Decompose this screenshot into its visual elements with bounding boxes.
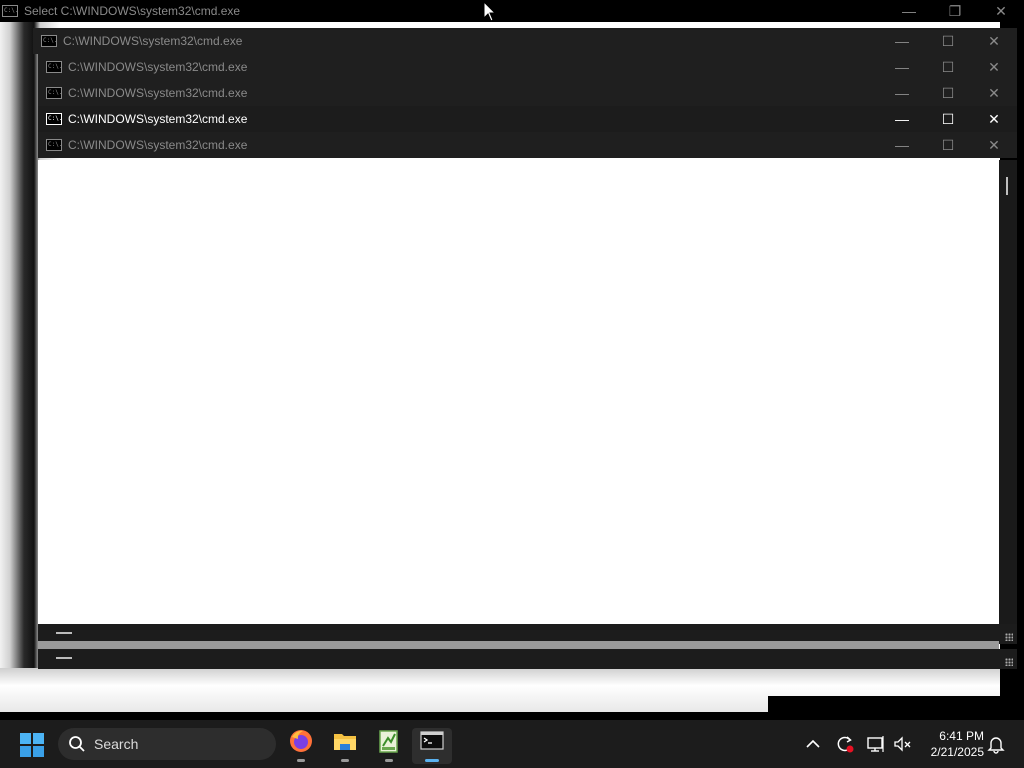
volume-muted-icon[interactable] bbox=[893, 734, 913, 754]
maximize-button[interactable]: ☐ bbox=[925, 132, 971, 158]
clock-time: 6:41 PM bbox=[939, 729, 984, 743]
maximize-button[interactable]: ☐ bbox=[925, 28, 971, 54]
window-title: C:\WINDOWS\system32\cmd.exe bbox=[68, 86, 248, 100]
close-button[interactable]: ✕ bbox=[971, 54, 1017, 80]
taskbar-app-notepad-plus-plus[interactable] bbox=[369, 728, 409, 764]
sync-update-icon[interactable] bbox=[835, 734, 855, 754]
resize-grip-icon[interactable] bbox=[1005, 633, 1013, 641]
minimize-button[interactable]: — bbox=[879, 28, 925, 54]
minimize-button[interactable]: — bbox=[879, 80, 925, 106]
chevron-up-icon[interactable] bbox=[803, 734, 823, 754]
cmd-window-titlebar-active[interactable]: C:\. C:\WINDOWS\system32\cmd.exe — ☐ ✕ bbox=[38, 106, 1017, 132]
cmd-icon: C:\. bbox=[46, 87, 62, 99]
cmd-icon: C:\. bbox=[2, 5, 18, 17]
cmd-window-titlebar-3[interactable]: C:\. C:\WINDOWS\system32\cmd.exe — ☐ ✕ bbox=[38, 80, 1017, 106]
maximize-button[interactable]: ☐ bbox=[925, 106, 971, 132]
folder-icon bbox=[334, 734, 356, 750]
minimize-button[interactable]: — bbox=[886, 0, 932, 24]
maximize-button[interactable]: ☐ bbox=[925, 54, 971, 80]
minimize-button[interactable]: — bbox=[879, 54, 925, 80]
terminal-icon bbox=[420, 731, 444, 750]
window-title: C:\WINDOWS\system32\cmd.exe bbox=[68, 60, 248, 74]
running-indicator bbox=[341, 759, 349, 762]
window-title: C:\WINDOWS\system32\cmd.exe bbox=[68, 112, 248, 126]
taskbar-app-file-explorer[interactable] bbox=[325, 728, 365, 764]
cmd-icon: C:\. bbox=[46, 61, 62, 73]
close-button[interactable]: ✕ bbox=[971, 80, 1017, 106]
cmd-window-titlebar-1[interactable]: C:\. C:\WINDOWS\system32\cmd.exe — ☐ ✕ bbox=[33, 28, 1017, 54]
window-title: C:\WINDOWS\system32\cmd.exe bbox=[63, 34, 243, 48]
vertical-scrollbar[interactable] bbox=[999, 160, 1017, 625]
close-button[interactable]: ✕ bbox=[971, 106, 1017, 132]
restore-button[interactable]: ❐ bbox=[932, 0, 978, 24]
taskbar-app-firefox[interactable] bbox=[281, 728, 321, 764]
cmd-window-titlebar-2[interactable]: C:\. C:\WINDOWS\system32\cmd.exe — ☐ ✕ bbox=[38, 54, 1017, 80]
search-label: Search bbox=[94, 736, 139, 752]
system-clock[interactable]: 6:41 PM 2/21/2025 bbox=[922, 728, 984, 760]
notification-bell-icon[interactable] bbox=[986, 734, 1006, 754]
minimize-button[interactable]: — bbox=[879, 106, 925, 132]
cmd-window-titlebar-5[interactable]: C:\. C:\WINDOWS\system32\cmd.exe — ☐ ✕ bbox=[38, 132, 1017, 158]
scrollbar-thumb[interactable] bbox=[56, 657, 72, 659]
window-title: Select C:\WINDOWS\system32\cmd.exe bbox=[24, 4, 241, 18]
taskbar-app-terminal[interactable] bbox=[412, 728, 452, 764]
clock-date: 2/21/2025 bbox=[930, 745, 984, 759]
taskbar: Search 6:41 PM 2/21/2025 bbox=[0, 720, 1024, 768]
cmd-icon: C:\. bbox=[41, 35, 57, 47]
search-input[interactable]: Search bbox=[58, 728, 276, 760]
minimize-button[interactable]: — bbox=[879, 132, 925, 158]
console-content[interactable] bbox=[38, 160, 999, 625]
firefox-icon bbox=[290, 730, 312, 752]
mouse-cursor-icon bbox=[483, 1, 497, 22]
notepad-plus-plus-icon bbox=[379, 730, 398, 753]
horizontal-scrollbar-2[interactable] bbox=[38, 649, 1017, 669]
close-button[interactable]: ✕ bbox=[971, 132, 1017, 158]
cmd-icon: C:\. bbox=[46, 113, 62, 125]
active-indicator bbox=[425, 759, 439, 762]
resize-grip-icon[interactable] bbox=[1005, 658, 1013, 666]
running-indicator bbox=[297, 759, 305, 762]
network-icon[interactable] bbox=[866, 734, 886, 754]
window-border bbox=[38, 641, 999, 649]
close-button[interactable]: ✕ bbox=[978, 0, 1024, 24]
ghost-dark-patch bbox=[768, 696, 1024, 712]
search-icon bbox=[69, 736, 85, 752]
windows-start-icon[interactable] bbox=[20, 733, 44, 757]
running-indicator bbox=[385, 759, 393, 762]
cmd-icon: C:\. bbox=[46, 139, 62, 151]
scrollbar-thumb[interactable] bbox=[56, 632, 72, 634]
scrollbar-thumb[interactable] bbox=[1006, 177, 1008, 195]
maximize-button[interactable]: ☐ bbox=[925, 80, 971, 106]
cmd-window-back-titlebar[interactable]: C:\. Select C:\WINDOWS\system32\cmd.exe … bbox=[0, 0, 1024, 22]
window-title: C:\WINDOWS\system32\cmd.exe bbox=[68, 138, 248, 152]
close-button[interactable]: ✕ bbox=[971, 28, 1017, 54]
